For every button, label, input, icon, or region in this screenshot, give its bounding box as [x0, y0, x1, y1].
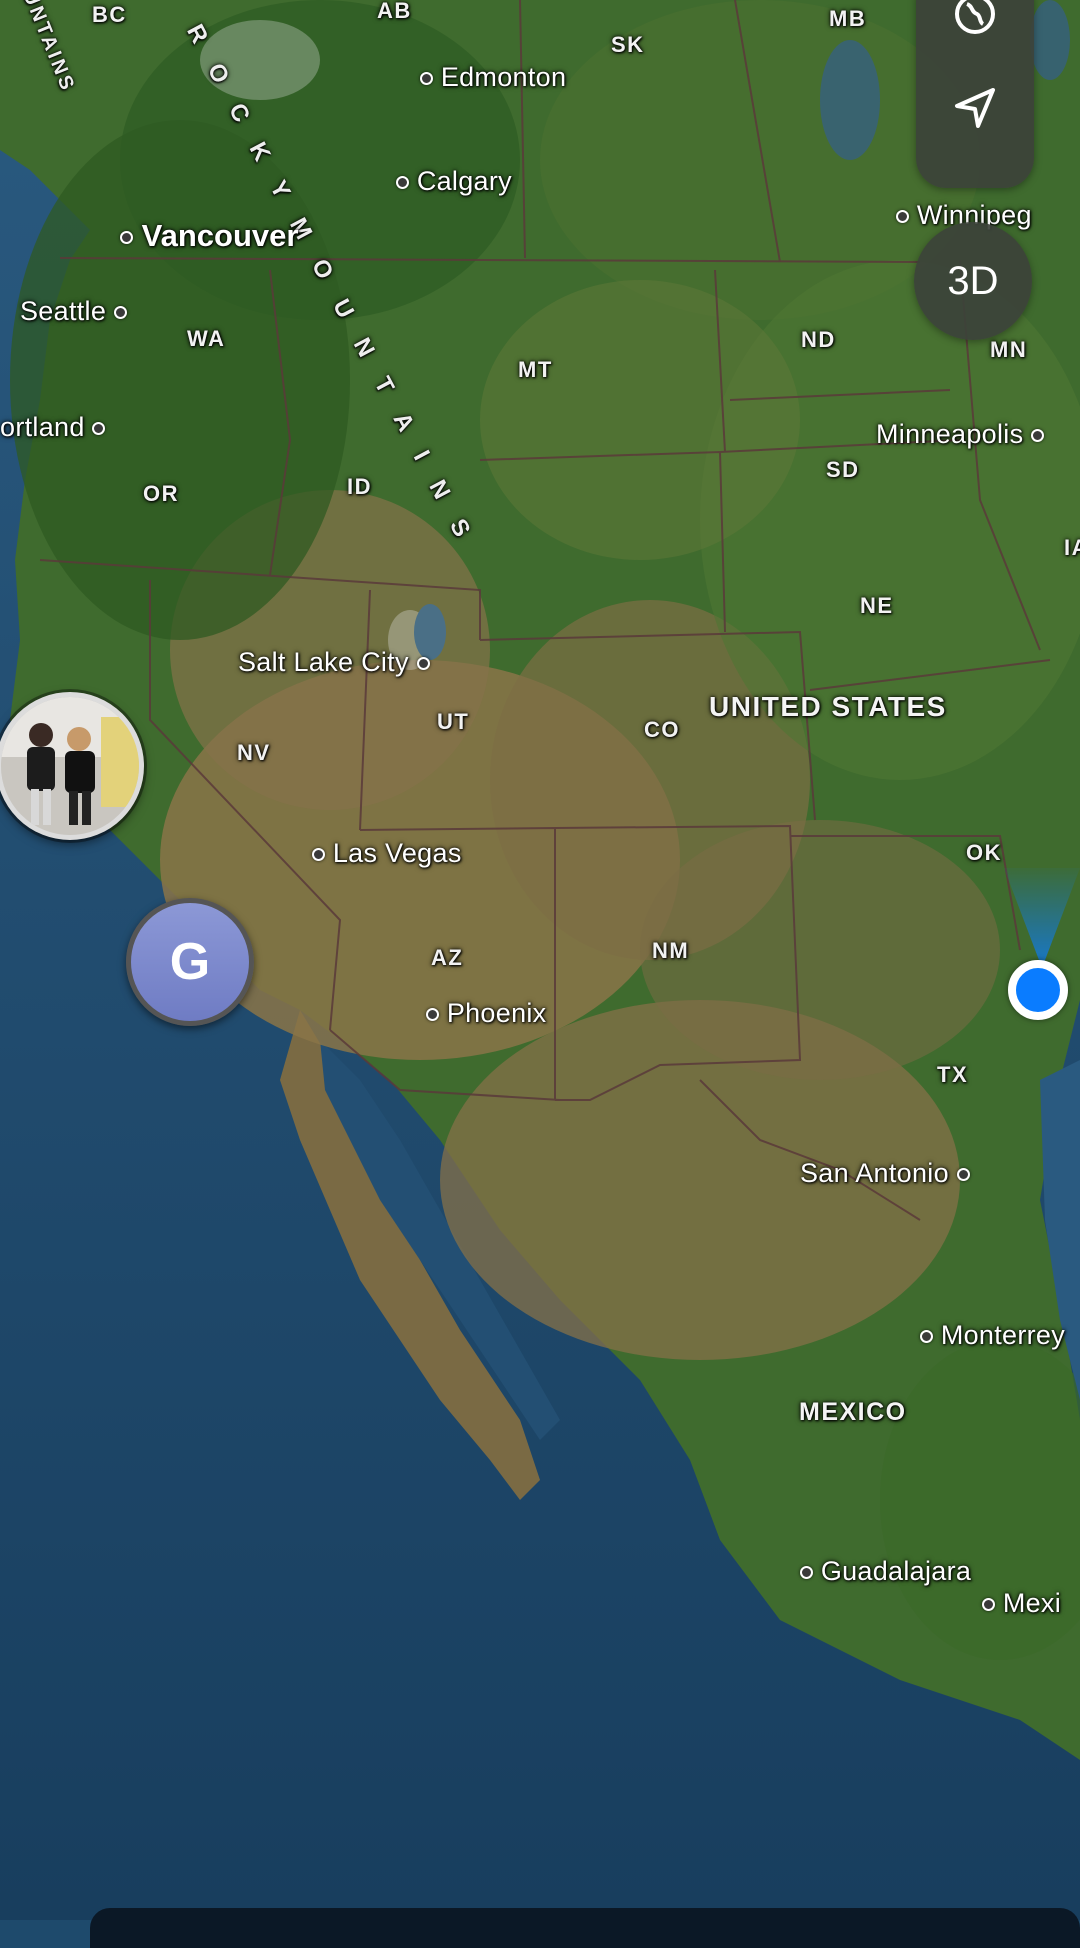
city-label-edmonton[interactable]: Edmonton	[420, 62, 566, 93]
city-name: Salt Lake City	[238, 647, 409, 677]
city-dot	[416, 657, 430, 671]
city-label-calgary[interactable]: Calgary	[396, 166, 512, 197]
city-label-vancouver[interactable]: Vancouver	[120, 218, 298, 254]
user-location-dot[interactable]	[1008, 960, 1068, 1020]
map-controls	[916, 0, 1034, 188]
city-dot	[113, 306, 127, 320]
region-label-id: ID	[347, 474, 372, 499]
region-label-ab: AB	[377, 0, 412, 23]
region-label-nv: NV	[237, 740, 271, 765]
region-label-tx: TX	[937, 1062, 969, 1087]
city-label-mexico-city[interactable]: Mexi	[982, 1588, 1061, 1619]
region-label-mn: MN	[990, 337, 1028, 362]
city-label-san-antonio[interactable]: San Antonio	[800, 1158, 970, 1189]
3d-view-label: 3D	[947, 258, 999, 303]
city-label-monterrey[interactable]: Monterrey	[920, 1320, 1065, 1351]
friend-photo-pin[interactable]	[0, 692, 144, 840]
friend-initial: G	[169, 933, 211, 991]
region-label-sk: SK	[611, 32, 645, 57]
city-dot	[982, 1598, 995, 1612]
city-dot	[92, 422, 106, 436]
city-name: Mexi	[1002, 1588, 1062, 1618]
country-label-united-states: UNITED STATES	[709, 691, 947, 722]
region-label-sd: SD	[826, 457, 860, 482]
city-label-seattle[interactable]: Seattle	[20, 296, 127, 327]
city-dot	[956, 1168, 970, 1182]
globe-icon	[955, 0, 995, 34]
city-name: Las Vegas	[332, 838, 462, 868]
city-name: Edmonton	[440, 62, 567, 92]
friend-initial-pin[interactable]: G	[126, 898, 254, 1026]
city-dot	[396, 176, 409, 190]
region-label-nd: ND	[801, 327, 836, 352]
city-dot	[120, 231, 133, 245]
region-label-ia: IA	[1064, 535, 1080, 560]
3d-view-button[interactable]: 3D	[914, 222, 1032, 340]
city-label-portland[interactable]: ortland	[0, 412, 106, 443]
city-label-minneapolis[interactable]: Minneapolis	[876, 419, 1045, 450]
city-label-guadalajara[interactable]: Guadalajara	[800, 1556, 971, 1587]
city-name: Guadalajara	[820, 1556, 972, 1586]
region-label-or: OR	[143, 481, 179, 506]
region-label-az: AZ	[431, 945, 464, 970]
bottom-sheet-edge[interactable]	[90, 1908, 1080, 1948]
city-name: San Antonio	[800, 1158, 949, 1188]
city-dot	[920, 1330, 933, 1344]
region-label-bc: BC	[92, 2, 127, 27]
city-dot	[420, 72, 433, 86]
city-label-phoenix[interactable]: Phoenix	[426, 998, 546, 1029]
region-label-mb: MB	[829, 6, 867, 31]
city-name: Vancouver	[141, 218, 299, 253]
region-label-ne: NE	[860, 593, 894, 618]
city-name: Calgary	[416, 166, 512, 196]
city-dot	[312, 848, 325, 862]
region-label-wa: WA	[187, 326, 226, 351]
friend-photo	[1, 697, 139, 835]
city-dot	[800, 1566, 813, 1580]
city-dot	[1031, 429, 1045, 443]
city-name: Phoenix	[446, 998, 547, 1028]
track-location-button[interactable]	[916, 68, 1034, 148]
region-label-nm: NM	[652, 938, 690, 963]
city-label-salt-lake-city[interactable]: Salt Lake City	[238, 647, 430, 678]
location-arrow-icon	[955, 88, 995, 128]
city-name: Seattle	[20, 296, 107, 326]
city-label-las-vegas[interactable]: Las Vegas	[312, 838, 462, 869]
city-name: ortland	[0, 412, 85, 442]
city-name: Monterrey	[940, 1320, 1066, 1350]
city-dot	[426, 1008, 439, 1022]
region-label-co: CO	[644, 717, 680, 742]
city-dot	[896, 210, 909, 224]
map-mode-button[interactable]	[916, 0, 1034, 54]
region-label-mt: MT	[518, 357, 553, 382]
city-name: Minneapolis	[876, 419, 1024, 449]
country-label-mexico: MEXICO	[799, 1398, 907, 1426]
region-label-ok: OK	[966, 840, 1002, 865]
region-label-ut: UT	[437, 709, 470, 734]
